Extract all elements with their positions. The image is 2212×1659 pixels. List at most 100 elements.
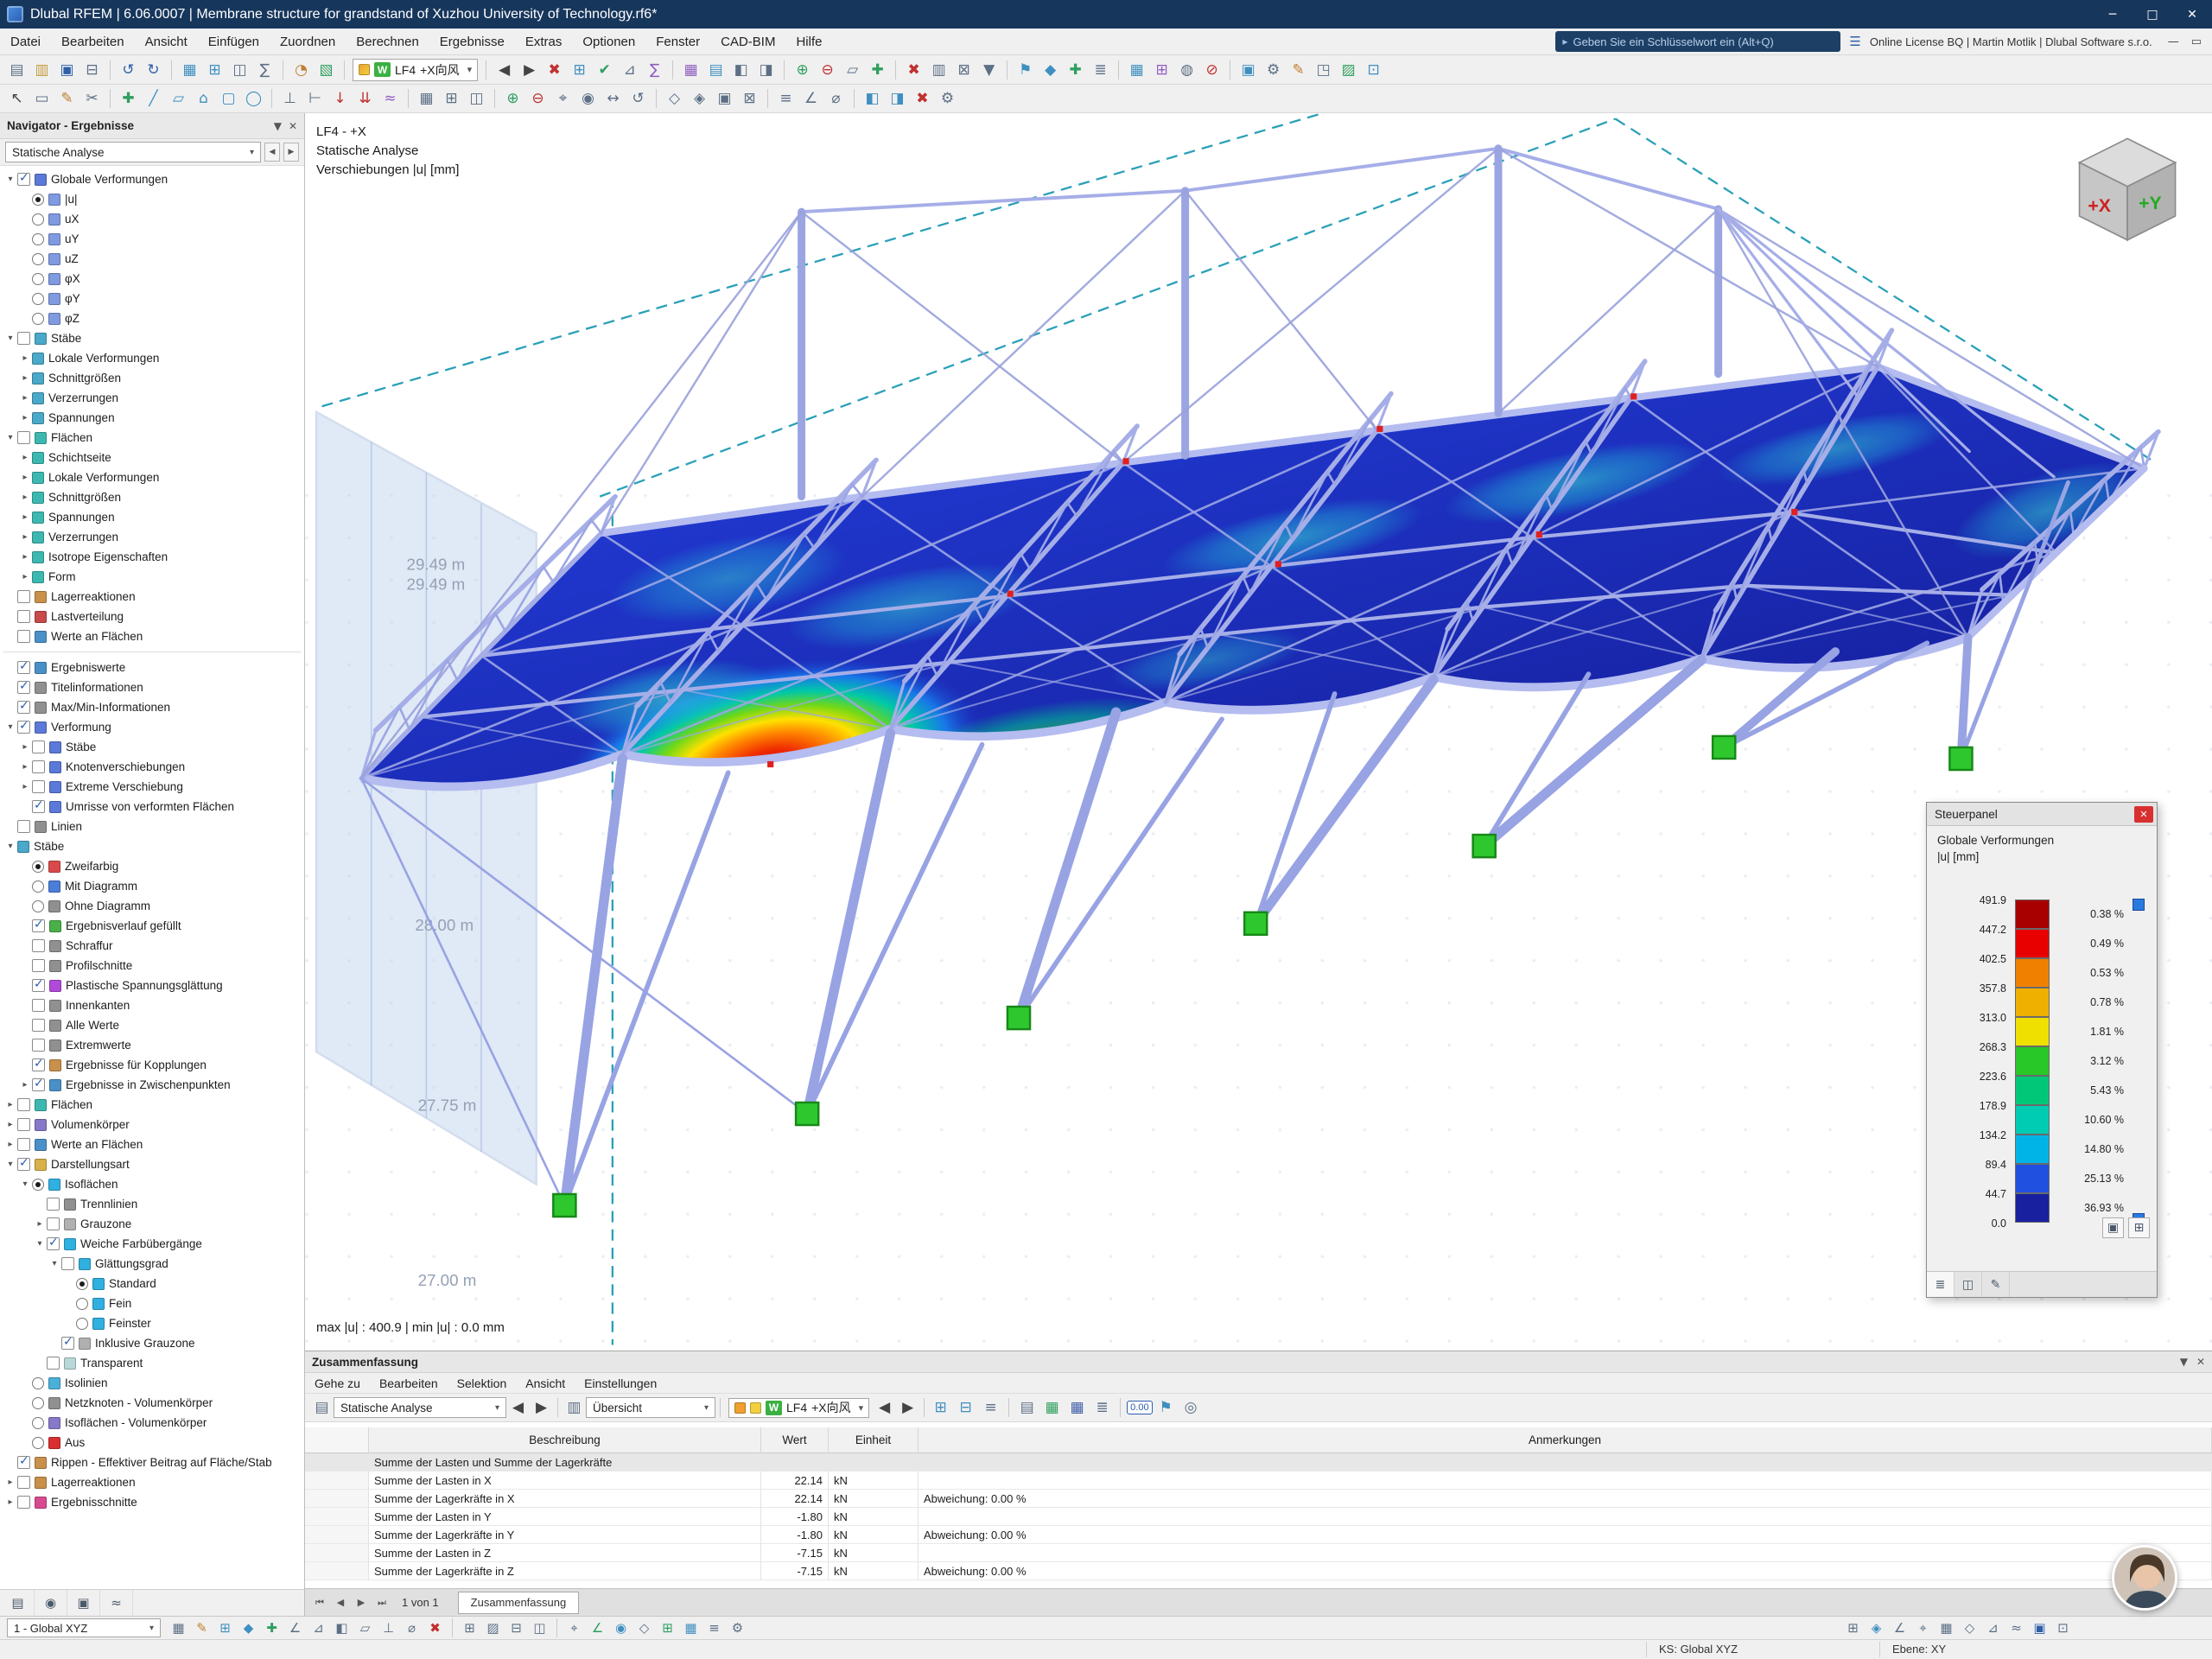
summary-menu-bearbeiten[interactable]: Bearbeiten	[370, 1376, 448, 1390]
view-lock-icon[interactable]: ▣	[2029, 1618, 2050, 1638]
tree-item-lokale-verformungen[interactable]: ▸ Lokale Verformungen	[0, 348, 304, 368]
angle-icon[interactable]: ∠	[284, 1618, 306, 1638]
checkbox[interactable]	[17, 610, 30, 623]
workplane-icon[interactable]: ▦	[168, 1618, 189, 1638]
tree-item-u[interactable]: |u|	[0, 189, 304, 209]
add-icon[interactable]: ✚	[261, 1618, 283, 1638]
circle-icon[interactable]: ◯	[242, 87, 265, 111]
frame-toggle-icon[interactable]: ⊡	[2052, 1618, 2074, 1638]
zoom-in-icon[interactable]: ⊕	[501, 87, 524, 111]
radio-button[interactable]	[76, 1277, 88, 1290]
color-spectrum-tab[interactable]: ≣	[1927, 1272, 1955, 1297]
checkbox[interactable]	[17, 699, 30, 714]
expander-icon[interactable]: ▸	[18, 493, 32, 502]
nodal-support-marker[interactable]	[1006, 1005, 1032, 1031]
tree-item-profilschnitte[interactable]: Profilschnitte	[0, 956, 304, 976]
edit-icon[interactable]: ✎	[55, 87, 79, 111]
excel-export-icon[interactable]: ▦	[1040, 1396, 1064, 1420]
radio-button[interactable]	[32, 1396, 44, 1409]
tree-item-stäbe[interactable]: ▾ Stäbe	[0, 836, 304, 856]
tree-item-plastische-spannungsglättung[interactable]: Plastische Spannungsglättung	[0, 976, 304, 995]
previous-analysis-button[interactable]: ◀	[264, 143, 280, 162]
tree-item-globale-verformungen[interactable]: ▾ Globale Verformungen	[0, 169, 304, 189]
checkbox[interactable]	[32, 780, 45, 793]
table-row[interactable]: Summe der Lasten in Y -1.80 kN	[305, 1508, 2212, 1526]
ribbon-minimize-icon[interactable]: —	[2168, 35, 2179, 48]
tree-item-extremwerte[interactable]: Extremwerte	[0, 1035, 304, 1055]
control-panel-titlebar[interactable]: Steuerpanel ✕	[1927, 803, 2157, 826]
tree-item-schraffur[interactable]: Schraffur	[0, 936, 304, 956]
search-input[interactable]	[1573, 35, 1834, 48]
views-navigator-tab[interactable]: ▣	[67, 1590, 100, 1616]
zoom-window-icon[interactable]: ▱	[841, 58, 864, 81]
analysis-type-dropdown[interactable]: Statische Analyse ▾	[5, 142, 261, 162]
hatch-icon[interactable]: ▨	[1337, 58, 1360, 81]
next-analysis-button[interactable]: ▶	[283, 143, 299, 162]
zoom-extents-icon[interactable]: ⌖	[551, 87, 575, 111]
list-icon[interactable]: ≣	[1089, 58, 1112, 81]
opening-icon[interactable]: ▢	[217, 87, 240, 111]
tree-item-y[interactable]: φY	[0, 289, 304, 308]
loadcase-selector[interactable]: W LF4 +X向风 ▾	[353, 58, 479, 81]
grid-icon[interactable]: ⊞	[440, 87, 463, 111]
guide-toggle-icon[interactable]: ◇	[1959, 1618, 1980, 1638]
surface-load-icon[interactable]: ≈	[378, 87, 402, 111]
checkbox[interactable]	[17, 1496, 30, 1509]
checkbox[interactable]	[32, 1077, 45, 1091]
table-row[interactable]: Summe der Lasten in Z -7.15 kN	[305, 1544, 2212, 1562]
checkbox[interactable]	[17, 719, 30, 734]
maximize-button[interactable]: □	[2133, 0, 2172, 29]
tree-item-transparent[interactable]: Transparent	[0, 1353, 304, 1373]
tree-item-ux[interactable]: uX	[0, 209, 304, 229]
checkbox[interactable]	[17, 1454, 30, 1469]
guideline-icon[interactable]: ◇	[633, 1618, 655, 1638]
tree-item-grauzone[interactable]: ▸ Grauzone	[0, 1214, 304, 1234]
next-page-button[interactable]: ▶	[352, 1593, 371, 1612]
display-navigator-tab[interactable]: ◉	[35, 1590, 67, 1616]
tree-item-lastverteilung[interactable]: Lastverteilung	[0, 607, 304, 626]
checkbox[interactable]	[47, 1217, 60, 1230]
nodal-support-marker[interactable]	[794, 1101, 820, 1127]
table-row[interactable]: Summe der Lagerkräfte in X 22.14 kN Abweich…	[305, 1490, 2212, 1508]
radio-button[interactable]	[32, 312, 44, 325]
settings-icon[interactable]: ⚙	[727, 1618, 748, 1638]
results-navigator-tab[interactable]: ≈	[100, 1590, 133, 1616]
rows-icon[interactable]: ≡	[979, 1396, 1002, 1420]
grid-icon[interactable]: ⊞	[214, 1618, 236, 1638]
checkbox[interactable]	[32, 939, 45, 952]
expander-icon[interactable]: ▸	[33, 1219, 47, 1229]
scale-options-button[interactable]: ⊞	[2128, 1217, 2150, 1238]
tree-item-feinster[interactable]: Feinster	[0, 1313, 304, 1333]
tables-icon[interactable]: ▦	[178, 58, 201, 81]
summary-analysis-dropdown[interactable]: Statische Analyse ▾	[334, 1397, 506, 1418]
tree-item-volumenkörper[interactable]: ▸ Volumenkörper	[0, 1115, 304, 1135]
tree-item-isoflächen-volumenkörper[interactable]: Isoflächen - Volumenkörper	[0, 1413, 304, 1433]
close-button[interactable]: ✕	[2172, 0, 2212, 29]
surface-display-icon[interactable]: ▧	[315, 58, 338, 81]
osnap-icon[interactable]: ◉	[610, 1618, 632, 1638]
expander-icon[interactable]: ▸	[18, 393, 32, 403]
expander-icon[interactable]: ▾	[3, 334, 17, 343]
fe-mesh-icon[interactable]: ⊞	[1150, 58, 1173, 81]
checkbox[interactable]	[17, 820, 30, 833]
expander-icon[interactable]: ▾	[33, 1239, 47, 1249]
isometric-view-icon[interactable]: ◇	[663, 87, 686, 111]
save-icon[interactable]: ▣	[55, 58, 79, 81]
render-icon[interactable]: ◍	[1175, 58, 1198, 81]
expander-icon[interactable]: ▸	[3, 1100, 17, 1109]
checkbox[interactable]	[61, 1335, 74, 1350]
node-icon[interactable]: ✚	[117, 87, 140, 111]
objects-icon[interactable]: ◆	[1039, 58, 1062, 81]
panel-icon[interactable]: ◫	[465, 87, 488, 111]
table-row[interactable]: Summe der Lasten in X 22.14 kN	[305, 1471, 2212, 1490]
tree-item-max-min-informationen[interactable]: Max/Min-Informationen	[0, 697, 304, 717]
pan-icon[interactable]: ✚	[866, 58, 889, 81]
snap-grid-icon[interactable]: ⊞	[459, 1618, 480, 1638]
close-icon[interactable]: ✕	[289, 120, 297, 132]
radio-button[interactable]	[32, 272, 44, 285]
tree-item-ergebnisschnitte[interactable]: ▸ Ergebnisschnitte	[0, 1492, 304, 1512]
tree-item-lokale-verformungen[interactable]: ▸ Lokale Verformungen	[0, 467, 304, 487]
expander-icon[interactable]: ▸	[18, 552, 32, 562]
next-table-icon[interactable]: ▶	[530, 1396, 553, 1420]
nodal-support-marker[interactable]	[1471, 833, 1497, 859]
